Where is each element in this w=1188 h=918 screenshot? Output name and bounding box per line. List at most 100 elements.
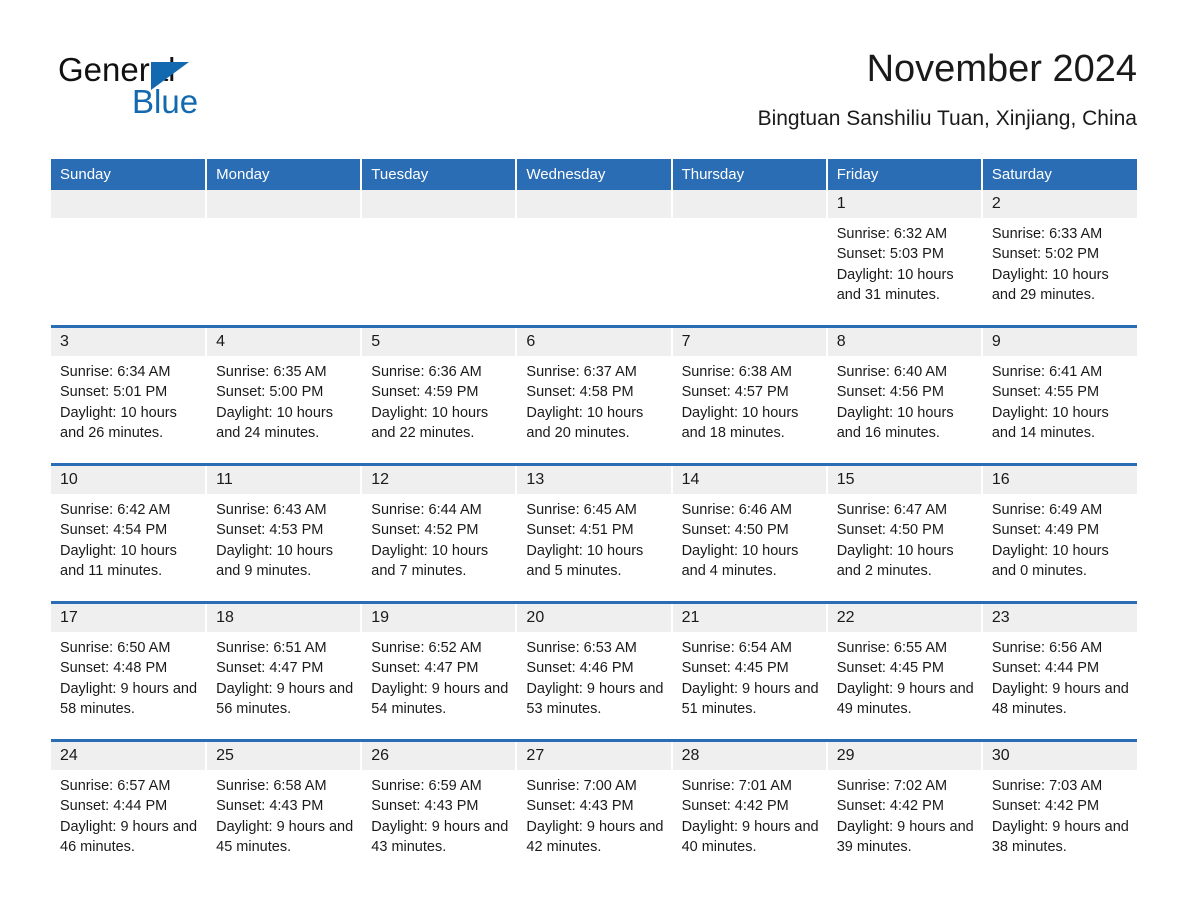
- calendar-day-cell[interactable]: 8 Sunrise: 6:40 AM Sunset: 4:56 PM Daylight…: [826, 325, 983, 465]
- generalblue-logo[interactable]: General Blue: [58, 52, 318, 122]
- sunset-text: Sunset: 4:50 PM: [836, 522, 944, 539]
- calendar-day-cell[interactable]: 13 Sunrise: 6:45 AM Sunset: 4:51 PM Dayligh…: [516, 463, 673, 603]
- sunset-text: Sunset: 5:00 PM: [216, 384, 324, 401]
- day-details: Sunrise: 6:57 AM Sunset: 4:44 PM Daylight:…: [51, 770, 205, 857]
- calendar-day-cell[interactable]: 19 Sunrise: 6:52 AM Sunset: 4:47 PM Dayligh…: [361, 601, 518, 741]
- day-number: 25: [207, 742, 361, 770]
- sunrise-text: Sunrise: 6:50 AM: [60, 640, 171, 656]
- sunrise-text: Sunrise: 6:43 AM: [216, 502, 327, 518]
- day-details: Sunrise: 6:44 AM Sunset: 4:52 PM Daylight:…: [362, 494, 515, 581]
- day-details: Sunrise: 6:49 AM Sunset: 4:49 PM Daylight:…: [983, 494, 1137, 581]
- sunset-text: Sunset: 4:50 PM: [681, 522, 789, 539]
- day-details: Sunrise: 7:00 AM Sunset: 4:43 PM Daylight:…: [517, 770, 670, 857]
- calendar-day-cell[interactable]: 1 Sunrise: 6:32 AM Sunset: 5:03 PM Daylight…: [826, 190, 983, 327]
- calendar-day-cell[interactable]: 22 Sunrise: 6:55 AM Sunset: 4:45 PM Dayligh…: [826, 601, 983, 741]
- calendar-day-cell[interactable]: 15 Sunrise: 6:47 AM Sunset: 4:50 PM Dayligh…: [826, 463, 983, 603]
- day-number: 14: [672, 466, 826, 494]
- calendar-day-cell[interactable]: 2 Sunrise: 6:33 AM Sunset: 5:02 PM Daylight…: [981, 190, 1137, 327]
- sunset-text: Sunset: 4:54 PM: [60, 522, 168, 539]
- daylight-text: Daylight: 9 hours and 42 minutes.: [526, 818, 664, 855]
- day-number: 6: [517, 328, 671, 356]
- calendar-day-cell[interactable]: 9 Sunrise: 6:41 AM Sunset: 4:55 PM Daylight…: [981, 325, 1137, 465]
- calendar-day-cell[interactable]: 3 Sunrise: 6:34 AM Sunset: 5:01 PM Daylight…: [51, 325, 208, 465]
- day-number: 3: [51, 328, 206, 356]
- day-number: 13: [517, 466, 671, 494]
- calendar-day-cell[interactable]: 26 Sunrise: 6:59 AM Sunset: 4:43 PM Dayligh…: [361, 739, 518, 877]
- day-number: 16: [982, 466, 1137, 494]
- weekday-header-wednesday: Wednesday: [516, 159, 673, 190]
- calendar-day-cell[interactable]: 30 Sunrise: 7:03 AM Sunset: 4:42 PM Dayligh…: [981, 739, 1137, 877]
- calendar-day-cell[interactable]: 11 Sunrise: 6:43 AM Sunset: 4:53 PM Dayligh…: [206, 463, 363, 603]
- calendar-cell-empty: [671, 190, 828, 327]
- day-number: 29: [827, 742, 981, 770]
- calendar-week-row: 24 Sunrise: 6:57 AM Sunset: 4:44 PM Dayligh…: [51, 739, 1137, 877]
- calendar-day-cell[interactable]: 28 Sunrise: 7:01 AM Sunset: 4:42 PM Dayligh…: [671, 739, 828, 877]
- calendar-day-cell[interactable]: 4 Sunrise: 6:35 AM Sunset: 5:00 PM Daylight…: [206, 325, 363, 465]
- day-number: 30: [982, 742, 1137, 770]
- day-number: 26: [362, 742, 516, 770]
- daylight-text: Daylight: 10 hours and 2 minutes.: [836, 542, 954, 579]
- calendar-day-cell[interactable]: 7 Sunrise: 6:38 AM Sunset: 4:57 PM Daylight…: [671, 325, 828, 465]
- calendar-day-cell[interactable]: 24 Sunrise: 6:57 AM Sunset: 4:44 PM Dayligh…: [51, 739, 208, 877]
- sunrise-text: Sunrise: 6:45 AM: [526, 502, 637, 518]
- daylight-text: Daylight: 9 hours and 58 minutes.: [60, 680, 198, 717]
- daylight-text: Daylight: 9 hours and 39 minutes.: [836, 818, 974, 855]
- calendar-day-cell[interactable]: 21 Sunrise: 6:54 AM Sunset: 4:45 PM Dayligh…: [671, 601, 828, 741]
- sunrise-text: Sunrise: 6:36 AM: [371, 364, 482, 380]
- calendar-day-cell[interactable]: 12 Sunrise: 6:44 AM Sunset: 4:52 PM Dayligh…: [361, 463, 518, 603]
- calendar-day-cell[interactable]: 27 Sunrise: 7:00 AM Sunset: 4:43 PM Dayligh…: [516, 739, 673, 877]
- calendar-body: 1 Sunrise: 6:32 AM Sunset: 5:03 PM Daylight…: [51, 190, 1137, 877]
- daylight-text: Daylight: 10 hours and 4 minutes.: [681, 542, 799, 579]
- sunrise-text: Sunrise: 6:49 AM: [991, 502, 1103, 518]
- sunset-text: Sunset: 4:47 PM: [216, 660, 324, 677]
- daylight-text: Daylight: 10 hours and 9 minutes.: [216, 542, 334, 579]
- sunrise-text: Sunrise: 6:34 AM: [60, 364, 171, 380]
- calendar-week-row: 1 Sunrise: 6:32 AM Sunset: 5:03 PM Daylight…: [51, 190, 1137, 327]
- calendar-day-cell[interactable]: 18 Sunrise: 6:51 AM Sunset: 4:47 PM Dayligh…: [206, 601, 363, 741]
- sunset-text: Sunset: 4:45 PM: [681, 660, 789, 677]
- calendar-day-cell[interactable]: 20 Sunrise: 6:53 AM Sunset: 4:46 PM Dayligh…: [516, 601, 673, 741]
- day-details: Sunrise: 6:50 AM Sunset: 4:48 PM Daylight:…: [51, 632, 205, 719]
- sunrise-text: Sunrise: 6:55 AM: [836, 640, 948, 656]
- day-number: 17: [51, 604, 206, 632]
- calendar-day-cell[interactable]: 17 Sunrise: 6:50 AM Sunset: 4:48 PM Dayligh…: [51, 601, 208, 741]
- sunrise-text: Sunrise: 7:00 AM: [526, 778, 637, 794]
- sunrise-text: Sunrise: 6:32 AM: [836, 226, 948, 242]
- sunset-text: Sunset: 4:43 PM: [216, 798, 324, 815]
- calendar-day-cell[interactable]: 16 Sunrise: 6:49 AM Sunset: 4:49 PM Dayligh…: [981, 463, 1137, 603]
- calendar-day-cell[interactable]: 23 Sunrise: 6:56 AM Sunset: 4:44 PM Dayligh…: [981, 601, 1137, 741]
- daylight-text: Daylight: 10 hours and 7 minutes.: [371, 542, 489, 579]
- day-number: 4: [207, 328, 361, 356]
- calendar-cell-empty: [361, 190, 518, 327]
- calendar-cell-empty: [516, 190, 673, 327]
- calendar-day-cell[interactable]: 5 Sunrise: 6:36 AM Sunset: 4:59 PM Daylight…: [361, 325, 518, 465]
- sunset-text: Sunset: 4:59 PM: [371, 384, 479, 401]
- sunset-text: Sunset: 4:42 PM: [991, 798, 1100, 815]
- day-number: 28: [672, 742, 826, 770]
- sunset-text: Sunset: 4:42 PM: [836, 798, 944, 815]
- day-details: Sunrise: 6:36 AM Sunset: 4:59 PM Daylight:…: [362, 356, 515, 443]
- day-details: Sunrise: 6:42 AM Sunset: 4:54 PM Daylight:…: [51, 494, 205, 581]
- page-title: November 2024: [866, 48, 1137, 90]
- sunrise-text: Sunrise: 6:51 AM: [216, 640, 327, 656]
- calendar-day-cell[interactable]: 6 Sunrise: 6:37 AM Sunset: 4:58 PM Daylight…: [516, 325, 673, 465]
- sunrise-text: Sunrise: 6:58 AM: [216, 778, 327, 794]
- day-details: Sunrise: 6:53 AM Sunset: 4:46 PM Daylight:…: [517, 632, 670, 719]
- day-details: Sunrise: 6:56 AM Sunset: 4:44 PM Daylight:…: [983, 632, 1137, 719]
- daylight-text: Daylight: 10 hours and 20 minutes.: [526, 404, 644, 441]
- sunrise-text: Sunrise: 6:35 AM: [216, 364, 327, 380]
- sunrise-text: Sunrise: 6:40 AM: [836, 364, 948, 380]
- sunrise-text: Sunrise: 6:52 AM: [371, 640, 482, 656]
- sunset-text: Sunset: 4:56 PM: [836, 384, 944, 401]
- day-number: [517, 190, 671, 218]
- day-details: Sunrise: 7:03 AM Sunset: 4:42 PM Daylight:…: [983, 770, 1137, 857]
- day-details: Sunrise: 6:32 AM Sunset: 5:03 PM Daylight:…: [828, 218, 981, 305]
- sunset-text: Sunset: 4:49 PM: [991, 522, 1100, 539]
- day-details: Sunrise: 6:34 AM Sunset: 5:01 PM Daylight:…: [51, 356, 205, 443]
- day-details: Sunrise: 6:47 AM Sunset: 4:50 PM Daylight:…: [828, 494, 981, 581]
- calendar-day-cell[interactable]: 10 Sunrise: 6:42 AM Sunset: 4:54 PM Dayligh…: [51, 463, 208, 603]
- calendar-day-cell[interactable]: 14 Sunrise: 6:46 AM Sunset: 4:50 PM Dayligh…: [671, 463, 828, 603]
- day-number: 22: [827, 604, 981, 632]
- calendar-day-cell[interactable]: 29 Sunrise: 7:02 AM Sunset: 4:42 PM Dayligh…: [826, 739, 983, 877]
- calendar-day-cell[interactable]: 25 Sunrise: 6:58 AM Sunset: 4:43 PM Dayligh…: [206, 739, 363, 877]
